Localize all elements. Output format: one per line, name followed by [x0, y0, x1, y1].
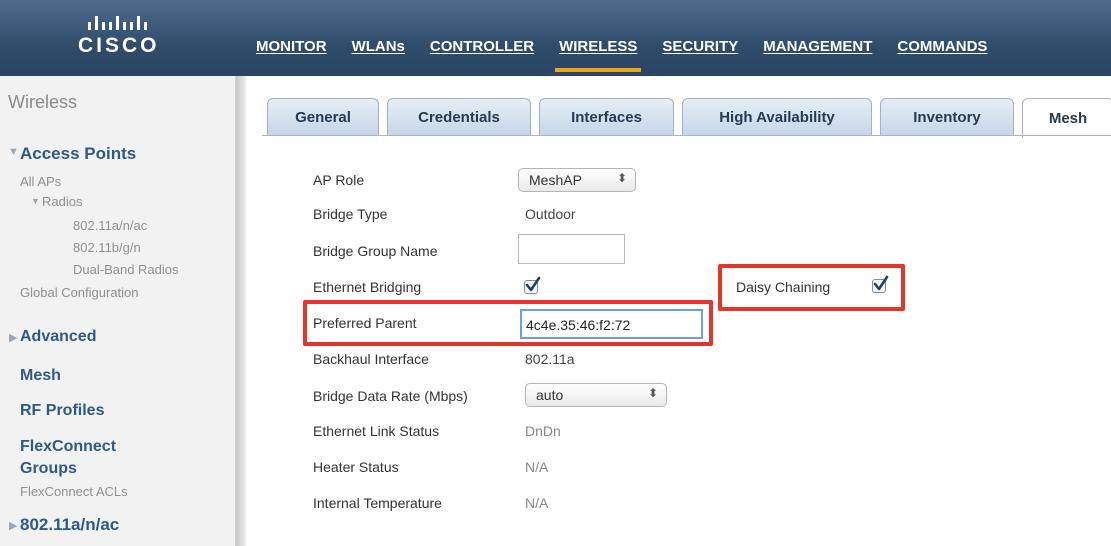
checkmark-icon	[525, 276, 541, 292]
menu-wlans[interactable]: WLANs	[352, 38, 405, 55]
logo-text: CISCO	[78, 34, 160, 57]
ethernet-bridging-checkbox[interactable]	[524, 276, 541, 294]
bridge-data-rate-value: auto	[536, 387, 564, 403]
daisy-chaining-label: Daisy Chaining	[736, 279, 831, 295]
menu-management[interactable]: MANAGEMENT	[763, 38, 872, 55]
ap-role-select[interactable]: MeshAP ⬍	[518, 168, 636, 192]
preferred-parent-input[interactable]: 4c4e.35:46:f2:72	[520, 309, 703, 339]
sidebar-item-radios[interactable]: Radios	[42, 194, 82, 209]
ethernet-link-status-label: Ethernet Link Status	[313, 423, 440, 439]
bridge-group-name-input[interactable]	[518, 234, 625, 264]
sidebar-item-all-aps[interactable]: All APs	[20, 174, 61, 189]
sidebar-item-access-points[interactable]: Access Points	[20, 144, 136, 164]
bridge-data-rate-label: Bridge Data Rate (Mbps)	[313, 388, 468, 404]
tab-divider	[262, 135, 1111, 136]
daisy-chaining-checkbox[interactable]	[872, 275, 889, 293]
menu-wireless[interactable]: WIRELESS	[555, 38, 642, 72]
checkmark-icon	[873, 275, 889, 291]
sidebar-title: Wireless	[8, 92, 78, 112]
expand-down-icon[interactable]: ▼	[8, 146, 19, 158]
ethernet-bridging-label: Ethernet Bridging	[313, 279, 422, 295]
menu-security[interactable]: SECURITY	[662, 38, 738, 55]
sidebar-item-global-config[interactable]: Global Configuration	[20, 285, 139, 300]
backhaul-interface-label: Backhaul Interface	[313, 351, 429, 367]
cisco-logo-icon	[88, 14, 168, 30]
menu-monitor[interactable]: MONITOR	[256, 38, 327, 55]
expand-right-icon[interactable]: ▶	[9, 519, 17, 532]
tab-general[interactable]: General	[267, 98, 379, 136]
bridge-type-value: Outdoor	[525, 206, 576, 222]
bridge-data-rate-select[interactable]: auto ⬍	[525, 383, 667, 407]
sidebar-divider	[236, 76, 246, 546]
menu-commands[interactable]: COMMANDS	[897, 38, 987, 55]
sidebar-item-radio-dual[interactable]: Dual-Band Radios	[73, 262, 179, 277]
sidebar-item-802-11a[interactable]: 802.11a/n/ac	[20, 515, 119, 535]
tab-bar: General Credentials Interfaces High Avai…	[267, 98, 1111, 138]
expand-down-icon[interactable]: ▼	[31, 196, 40, 206]
heater-status-value: N/A	[525, 459, 549, 475]
sidebar-item-flexconnect-groups-line2[interactable]: Groups	[20, 460, 77, 478]
sidebar-item-radio-b[interactable]: 802.11b/g/n	[73, 240, 141, 255]
ap-role-value: MeshAP	[529, 172, 582, 188]
select-arrows-icon: ⬍	[616, 171, 627, 185]
sidebar-item-mesh[interactable]: Mesh	[20, 367, 61, 385]
select-arrows-icon: ⬍	[647, 386, 658, 400]
internal-temperature-value: N/A	[525, 495, 549, 511]
ap-role-label: AP Role	[313, 172, 365, 188]
backhaul-interface-value: 802.11a	[525, 351, 575, 367]
heater-status-label: Heater Status	[313, 459, 399, 475]
tab-interfaces[interactable]: Interfaces	[539, 98, 674, 136]
tab-credentials[interactable]: Credentials	[387, 98, 531, 136]
sidebar-item-flexconnect-acls[interactable]: FlexConnect ACLs	[20, 484, 128, 499]
internal-temperature-label: Internal Temperature	[313, 495, 442, 511]
sidebar-item-rf-profiles[interactable]: RF Profiles	[20, 402, 104, 420]
ethernet-link-status-value: DnDn	[525, 423, 561, 439]
cisco-logo[interactable]: CISCO	[78, 14, 168, 66]
preferred-parent-label: Preferred Parent	[313, 315, 417, 331]
tab-mesh[interactable]: Mesh	[1022, 98, 1111, 138]
sidebar-item-radio-a[interactable]: 802.11a/n/ac	[73, 218, 147, 233]
sidebar-item-advanced[interactable]: Advanced	[20, 328, 96, 346]
bridge-type-label: Bridge Type	[313, 206, 388, 222]
main-menu: MONITOR WLANs CONTROLLER WIRELESS SECURI…	[256, 38, 1012, 72]
top-header: CISCO MONITOR WLANs CONTROLLER WIRELESS …	[0, 0, 1111, 76]
expand-right-icon[interactable]: ▶	[9, 331, 17, 344]
bridge-group-name-label: Bridge Group Name	[313, 243, 438, 259]
menu-controller[interactable]: CONTROLLER	[430, 38, 534, 55]
tab-high-availability[interactable]: High Availability	[682, 98, 872, 136]
sidebar-item-flexconnect-groups-line1[interactable]: FlexConnect	[20, 438, 116, 456]
sidebar: Wireless ▼ Access Points All APs ▼ Radio…	[0, 76, 236, 546]
tab-inventory[interactable]: Inventory	[880, 98, 1014, 136]
